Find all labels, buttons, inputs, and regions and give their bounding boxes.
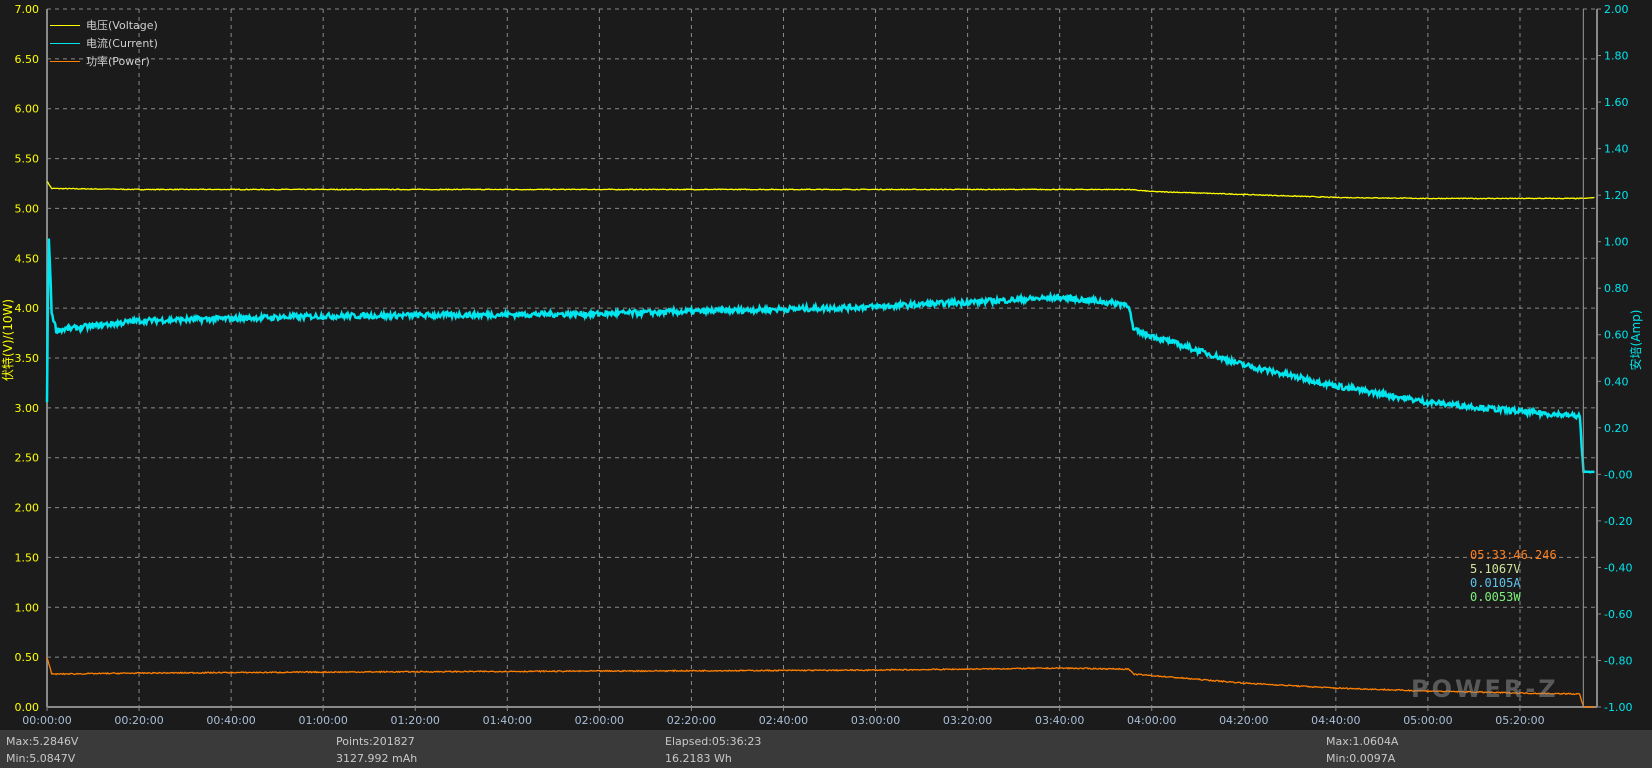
right-tick-label: -0.40 [1604,561,1632,574]
legend-swatch-voltage [50,24,80,26]
right-tick-label: -1.00 [1604,701,1632,714]
left-tick-label: 5.00 [15,202,40,215]
left-tick-label: 1.50 [15,551,40,564]
x-tick-label: 02:00:00 [575,714,624,727]
chart: 0.00 0.50 1.00 1.50 2.00 2.50 3.00 3.50 4.00 4.50… [0,0,1652,730]
right-tick-label: -0.80 [1604,654,1632,667]
stats-bar: Max:5.2846V Min:5.0847V Points:201827 31… [0,730,1652,768]
left-tick-label: 7.00 [15,3,40,16]
left-tick-label: 0.00 [15,701,40,714]
energy: 16.2183 Wh [665,752,732,765]
right-tick-label: 1.40 [1604,143,1629,156]
x-tick-label: 04:20:00 [1219,714,1268,727]
left-tick-label: 3.50 [15,352,40,365]
points-count: Points:201827 [336,735,415,748]
right-tick-label: 0.20 [1604,422,1629,435]
x-tick-label: 00:20:00 [114,714,163,727]
right-tick-label: 1.20 [1604,189,1629,202]
x-tick-label: 02:40:00 [759,714,808,727]
x-tick-label: 04:00:00 [1127,714,1176,727]
right-tick-label: 0.60 [1604,329,1629,342]
legend: 电压(Voltage) 电流(Current) 功率(Power) [50,16,158,70]
left-tick-label: 6.00 [15,103,40,116]
x-tick-label: 01:20:00 [391,714,440,727]
right-tick-label: 2.00 [1604,3,1629,16]
left-tick-label: 6.50 [15,53,40,66]
legend-label-voltage: 电压(Voltage) [86,19,158,32]
readout-power: 0.0053W [1470,590,1521,604]
voltage-max: Max:5.2846V [6,735,79,748]
left-tick-label: 4.50 [15,252,40,265]
cursor-readout: 05:33:46.246 5.1067V 0.0105A 0.0053W [1470,548,1557,604]
left-tick-label: 2.50 [15,452,40,465]
right-tick-label: 1.00 [1604,236,1629,249]
legend-item-power[interactable]: 功率(Power) [50,52,158,70]
right-tick-label: -0.20 [1604,515,1632,528]
x-tick-label: 01:40:00 [483,714,532,727]
x-tick-label: 03:20:00 [943,714,992,727]
right-tick-label: 1.60 [1604,96,1629,109]
right-tick-label: -0.60 [1604,608,1632,621]
left-tick-label: 3.00 [15,402,40,415]
right-tick-label: 0.40 [1604,375,1629,388]
x-tick-label: 00:40:00 [206,714,255,727]
legend-swatch-power [50,60,80,62]
elapsed-time: Elapsed:05:36:23 [665,735,762,748]
x-tick-label: 04:40:00 [1311,714,1360,727]
power-z-logo: POWER-Z [1411,675,1559,703]
left-axis-title: 伏特(V)/(10W) [0,299,15,381]
x-tick-label: 05:00:00 [1403,714,1452,727]
legend-item-voltage[interactable]: 电压(Voltage) [50,16,158,34]
right-tick-label: 0.80 [1604,282,1629,295]
legend-swatch-current [50,42,80,44]
current-min: Min:0.0097A [1326,752,1396,765]
right-tick-label: -0.00 [1604,468,1632,481]
left-tick-label: 0.50 [15,651,40,664]
x-tick-label: 05:20:00 [1495,714,1544,727]
readout-time: 05:33:46.246 [1470,548,1557,562]
left-tick-label: 1.00 [15,601,40,614]
legend-item-current[interactable]: 电流(Current) [50,34,158,52]
voltage-min: Min:5.0847V [6,752,76,765]
plot-background [0,0,1652,730]
x-tick-label: 03:00:00 [851,714,900,727]
left-tick-label: 5.50 [15,153,40,166]
left-tick-label: 4.00 [15,302,40,315]
right-tick-label: 1.80 [1604,50,1629,63]
current-max: Max:1.0604A [1326,735,1399,748]
x-tick-label: 02:20:00 [667,714,716,727]
capacity: 3127.992 mAh [336,752,418,765]
x-tick-label: 00:00:00 [22,714,71,727]
left-tick-label: 2.00 [15,502,40,515]
readout-voltage: 5.1067V [1470,562,1521,576]
x-tick-label: 03:40:00 [1035,714,1084,727]
legend-label-power: 功率(Power) [86,55,150,68]
readout-current: 0.0105A [1470,576,1521,590]
legend-label-current: 电流(Current) [86,37,158,50]
right-axis-title: 安培(Amp) [1628,310,1643,371]
x-tick-label: 01:00:00 [298,714,347,727]
